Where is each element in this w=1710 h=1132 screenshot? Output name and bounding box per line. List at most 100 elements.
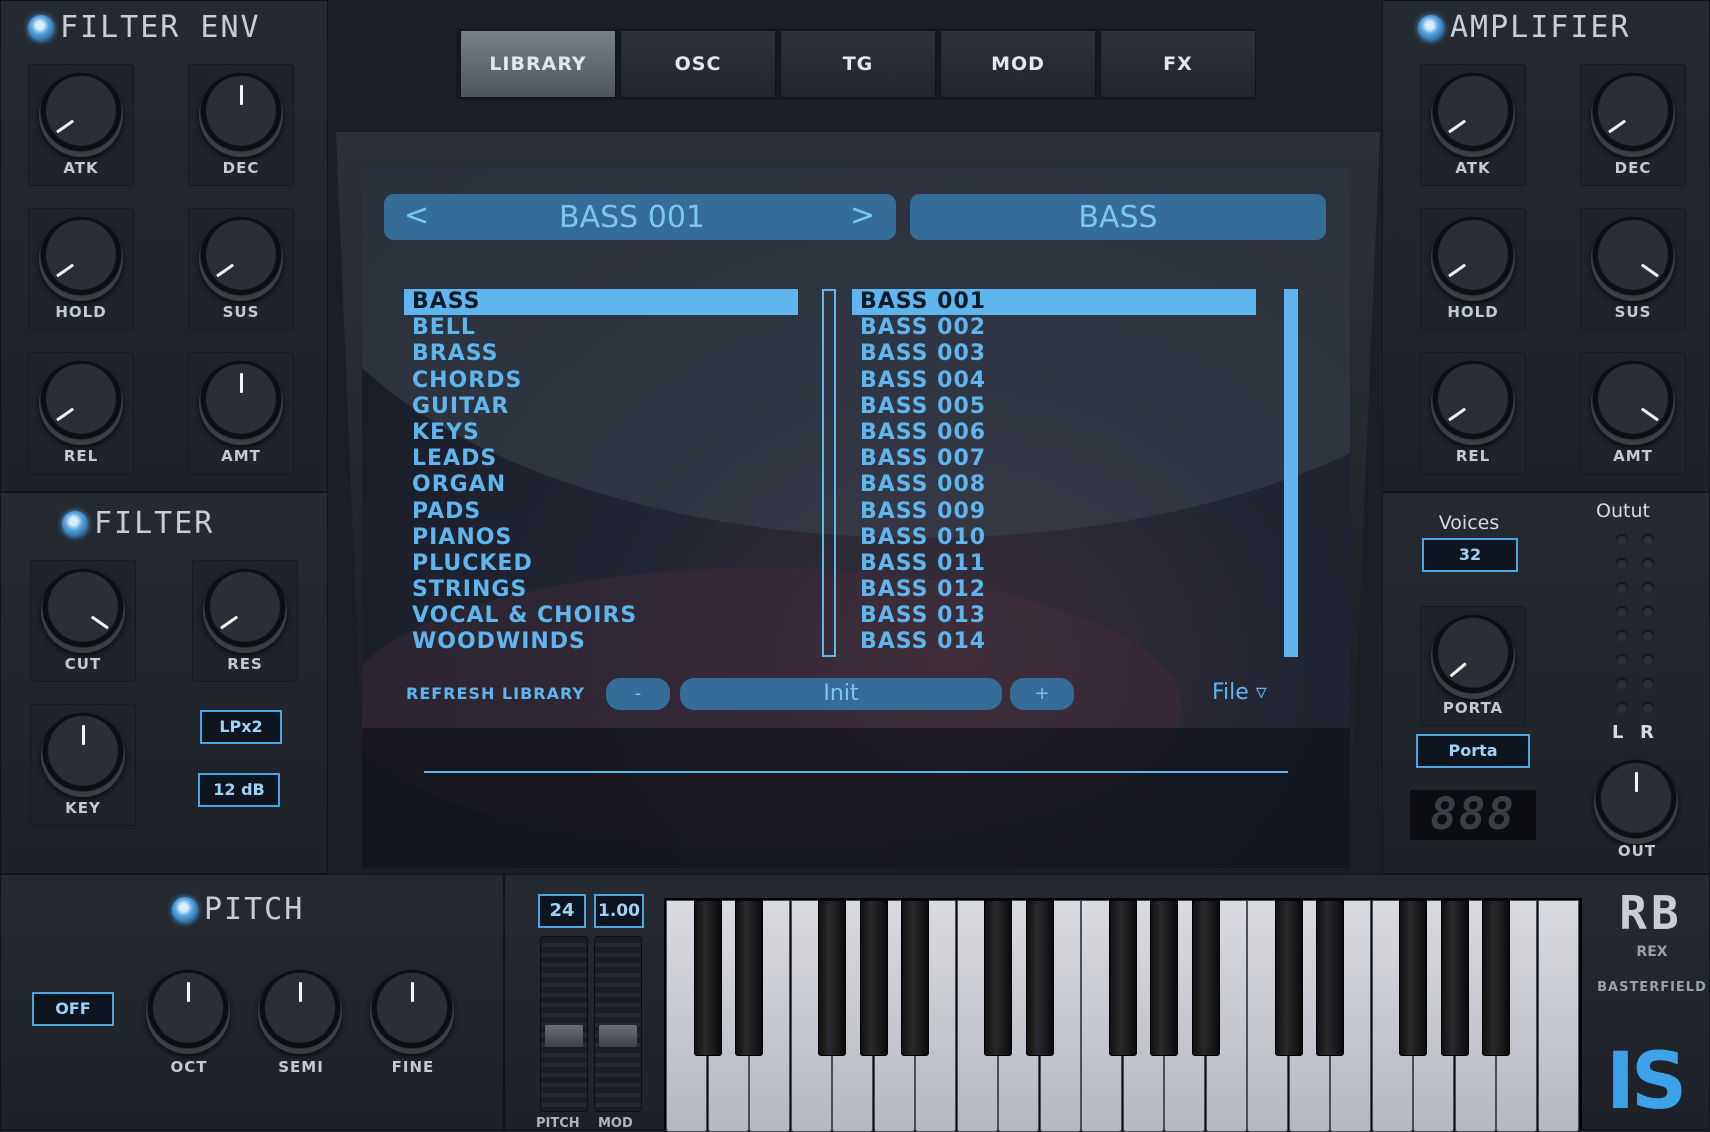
porta-button[interactable]: Porta [1416, 734, 1530, 768]
porta-knob[interactable] [1431, 615, 1515, 699]
amp-sus-knob[interactable] [1591, 217, 1675, 301]
category-item[interactable]: ORGAN [404, 472, 798, 498]
pitch-wheel[interactable] [540, 936, 588, 1112]
white-key[interactable] [1537, 900, 1579, 1132]
pitch-power-icon[interactable] [172, 896, 198, 923]
category-item[interactable]: BRASS [404, 341, 798, 367]
out-knob[interactable] [1594, 760, 1678, 844]
black-key[interactable] [1440, 900, 1469, 1056]
filter-res-knob[interactable] [203, 569, 287, 653]
black-key[interactable] [859, 900, 888, 1056]
amp-dec-knob[interactable] [1591, 73, 1675, 157]
black-key[interactable] [1274, 900, 1303, 1056]
pitch-oct-knob[interactable] [146, 970, 230, 1054]
preset-item[interactable]: BASS 013 [852, 603, 1256, 629]
tab-library[interactable]: LIBRARY [460, 30, 616, 98]
preset-item[interactable]: BASS 011 [852, 551, 1256, 577]
category-item[interactable]: WOODWINDS [404, 629, 798, 655]
preset-item[interactable]: BASS 002 [852, 315, 1256, 341]
filter-env-sus-knob[interactable] [199, 217, 283, 301]
black-key[interactable] [901, 900, 929, 1056]
black-key[interactable] [1316, 900, 1344, 1056]
preset-scrollbar[interactable] [1284, 289, 1298, 657]
tab-mod[interactable]: MOD [940, 30, 1096, 98]
output-meter-led [1642, 702, 1654, 714]
preset-item[interactable]: BASS 010 [852, 525, 1256, 551]
filter-env-rel-knob[interactable] [39, 361, 123, 445]
preset-item[interactable]: BASS 007 [852, 446, 1256, 472]
preset-item[interactable]: BASS 009 [852, 499, 1256, 525]
amplifier-title-text: AMPLIFIER [1450, 10, 1631, 45]
black-key[interactable] [984, 900, 1012, 1056]
amplifier-power-icon[interactable] [1418, 14, 1444, 41]
mod-value-field[interactable]: 1.00 [594, 894, 644, 928]
filter-env-dec-knob[interactable] [199, 73, 283, 157]
black-key[interactable] [1399, 900, 1427, 1056]
brand-corner-logo: IS [1606, 1037, 1687, 1127]
black-key[interactable] [693, 900, 722, 1056]
pitch-fine-knob[interactable] [370, 970, 454, 1054]
category-item[interactable]: PLUCKED [404, 551, 798, 577]
prev-preset-button[interactable]: < [404, 198, 429, 233]
category-item[interactable]: BASS [404, 289, 798, 316]
filter-env-amt-knob-cell: AMT [188, 352, 294, 474]
black-key[interactable] [1108, 900, 1137, 1056]
pitch-range-field[interactable]: 24 [538, 894, 586, 928]
filter-env-hold-knob[interactable] [39, 217, 123, 301]
filter-key-knob-cell: KEY [30, 704, 136, 826]
category-item[interactable]: CHORDS [404, 368, 798, 394]
preset-item[interactable]: BASS 004 [852, 368, 1256, 394]
preset-item[interactable]: BASS 014 [852, 629, 1256, 655]
amp-hold-knob[interactable] [1431, 217, 1515, 301]
preset-item[interactable]: BASS 012 [852, 577, 1256, 603]
black-key[interactable] [735, 900, 763, 1056]
pitch-toggle-button[interactable]: OFF [32, 992, 114, 1026]
tab-osc[interactable]: OSC [620, 30, 776, 98]
filter-cut-knob[interactable] [41, 569, 125, 653]
next-preset-button[interactable]: > [850, 198, 875, 233]
file-menu-button[interactable]: File ▿ [1212, 680, 1267, 705]
preset-minus-button[interactable]: - [606, 678, 670, 710]
preset-item[interactable]: BASS 006 [852, 420, 1256, 446]
filter-env-power-icon[interactable] [28, 14, 54, 41]
mod-wheel-handle[interactable] [599, 1025, 637, 1047]
pitch-wheel-handle[interactable] [545, 1025, 583, 1047]
mod-wheel[interactable] [594, 936, 642, 1112]
filter-mode-button[interactable]: LPx2 [200, 710, 282, 744]
black-key[interactable] [1482, 900, 1510, 1056]
filter-slope-button[interactable]: 12 dB [198, 773, 280, 807]
amp-rel-knob[interactable] [1431, 361, 1515, 445]
category-item[interactable]: LEADS [404, 446, 798, 472]
black-key[interactable] [1025, 900, 1054, 1056]
amp-amt-knob[interactable] [1591, 361, 1675, 445]
pitch-semi-knob[interactable] [258, 970, 342, 1054]
category-item[interactable]: PADS [404, 499, 798, 525]
preset-item[interactable]: BASS 005 [852, 394, 1256, 420]
black-key[interactable] [818, 900, 846, 1056]
category-item[interactable]: STRINGS [404, 577, 798, 603]
category-item[interactable]: PIANOS [404, 525, 798, 551]
black-key[interactable] [1191, 900, 1220, 1056]
filter-env-amt-knob[interactable] [199, 361, 283, 445]
preset-item[interactable]: BASS 003 [852, 341, 1256, 367]
preset-item[interactable]: BASS 001 [852, 289, 1256, 316]
preset-item[interactable]: BASS 008 [852, 472, 1256, 498]
voices-value-field[interactable]: 32 [1422, 538, 1518, 572]
category-scrollbar[interactable] [822, 289, 836, 657]
category-item[interactable]: BELL [404, 315, 798, 341]
amp-dec-knob-indicator [1608, 119, 1627, 134]
filter-power-icon[interactable] [62, 510, 88, 537]
init-preset-field[interactable]: Init [680, 678, 1002, 710]
tab-fx[interactable]: FX [1100, 30, 1256, 98]
category-item[interactable]: VOCAL & CHOIRS [404, 603, 798, 629]
category-item[interactable]: KEYS [404, 420, 798, 446]
refresh-library-button[interactable]: REFRESH LIBRARY [406, 684, 585, 703]
amp-atk-knob[interactable] [1431, 73, 1515, 157]
filter-key-knob[interactable] [41, 713, 125, 797]
category-item[interactable]: GUITAR [404, 394, 798, 420]
tab-tg[interactable]: TG [780, 30, 936, 98]
preset-plus-button[interactable]: + [1010, 678, 1074, 710]
amp-hold-knob-indicator [1448, 263, 1467, 278]
filter-env-atk-knob[interactable] [39, 73, 123, 157]
black-key[interactable] [1150, 900, 1178, 1056]
